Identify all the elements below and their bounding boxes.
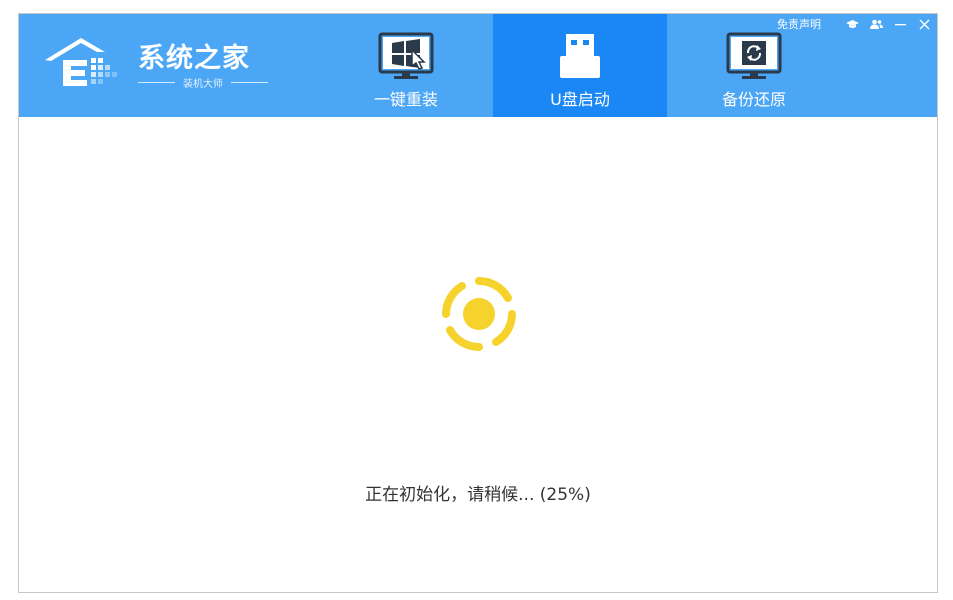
restore-monitor-icon bbox=[726, 32, 782, 79]
app-logo: 系统之家 装机大师 bbox=[41, 30, 268, 100]
tab-label: 备份还原 bbox=[721, 90, 786, 109]
app-window: 系统之家 装机大师 一键重装 U盘启动 备份还原 免责声明 正在初始化，请稍候.… bbox=[18, 13, 938, 593]
tab-one-click-reinstall[interactable]: 一键重装 bbox=[319, 14, 493, 117]
graduation-cap-icon[interactable] bbox=[845, 17, 859, 31]
main-content: 正在初始化，请稍候... (25%) bbox=[19, 117, 937, 592]
windows-monitor-icon bbox=[378, 32, 434, 79]
brand-subtitle: 装机大师 bbox=[138, 75, 268, 90]
tab-label: U盘启动 bbox=[550, 90, 610, 109]
loading-spinner-icon bbox=[442, 276, 516, 352]
status-text: 正在初始化，请稍候... bbox=[365, 485, 535, 505]
disclaimer-link[interactable]: 免责声明 bbox=[777, 16, 821, 32]
users-icon[interactable] bbox=[869, 17, 883, 31]
usb-drive-icon bbox=[560, 34, 600, 78]
tab-label: 一键重装 bbox=[373, 90, 438, 109]
window-controls: 免责声明 bbox=[777, 16, 931, 32]
minimize-icon[interactable] bbox=[893, 17, 907, 31]
progress-percent: (25%) bbox=[539, 485, 591, 505]
brand-subtitle-text: 装机大师 bbox=[183, 79, 223, 90]
close-icon[interactable] bbox=[917, 17, 931, 31]
house-logo-icon bbox=[45, 38, 117, 86]
status-message: 正在初始化，请稍候... (25%) bbox=[19, 480, 937, 505]
tab-usb-boot[interactable]: U盘启动 bbox=[493, 14, 667, 117]
brand-name: 系统之家 bbox=[138, 43, 250, 74]
title-bar: 系统之家 装机大师 一键重装 U盘启动 备份还原 免责声明 bbox=[19, 14, 937, 117]
